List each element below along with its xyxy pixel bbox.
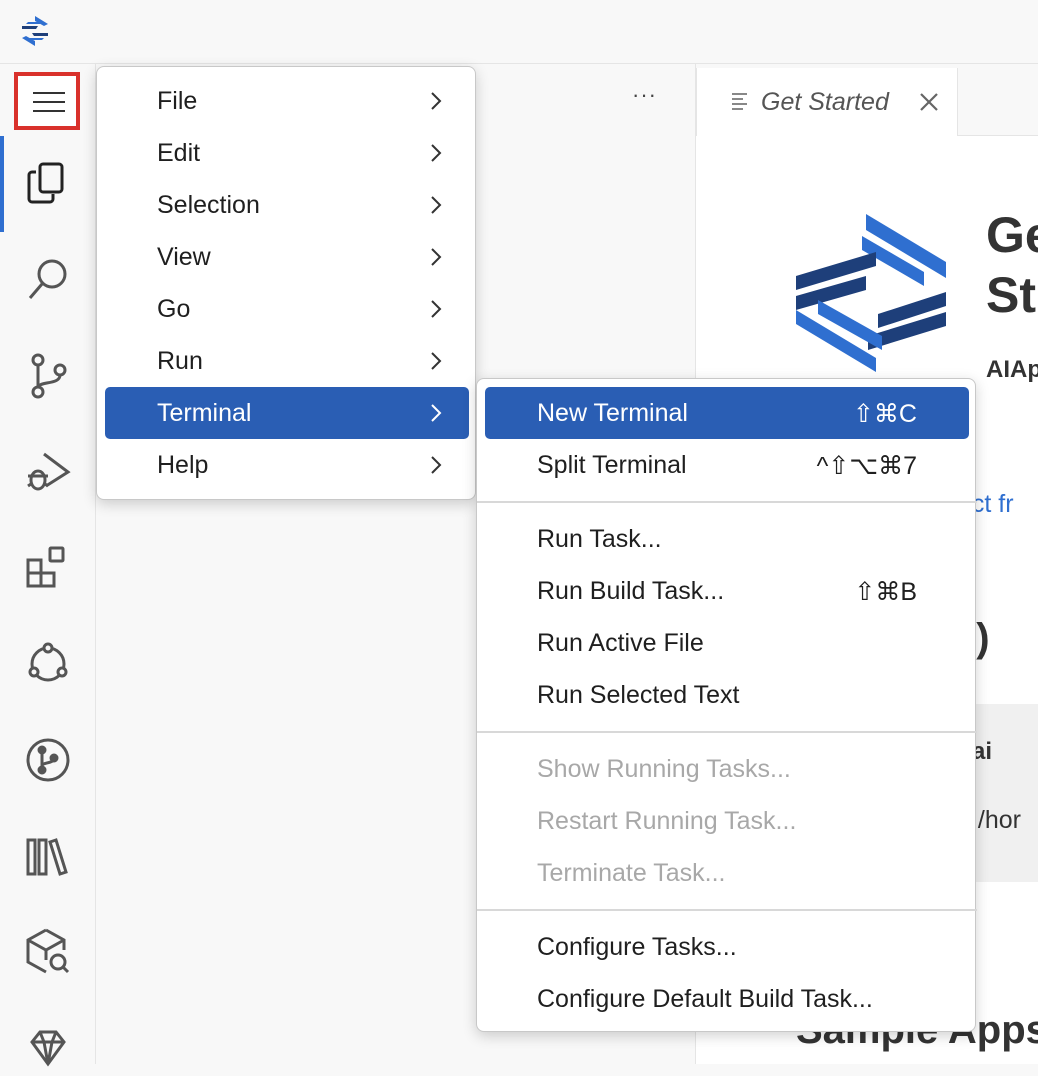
source-control-icon[interactable] [20, 348, 76, 404]
menu-item-label: Run Task... [537, 525, 662, 553]
chevron-right-icon [431, 352, 442, 370]
terminal-submenu: New Terminal ⇧⌘C Split Terminal ^⇧⌥⌘7 Ru… [476, 378, 977, 1032]
menu-item-label: Split Terminal [537, 451, 687, 479]
menu-item-label: Go [157, 295, 191, 323]
menu-icon [33, 92, 65, 94]
menu-item-go[interactable]: Go [105, 283, 469, 335]
menu-item-run-task[interactable]: Run Task... [485, 513, 969, 565]
page-title-line1: Ge [986, 207, 1038, 263]
menu-item-label: Edit [157, 139, 201, 167]
menu-item-terminate-task: Terminate Task... [485, 847, 969, 899]
page-subtitle: AIAp [986, 356, 1038, 383]
menu-item-run[interactable]: Run [105, 335, 469, 387]
gem-icon[interactable] [20, 1020, 76, 1076]
chevron-right-icon [431, 92, 442, 110]
menu-item-selection[interactable]: Selection [105, 179, 469, 231]
page-title-line2: St [986, 267, 1036, 323]
package-search-icon[interactable] [20, 924, 76, 980]
menu-item-terminal[interactable]: Terminal [105, 387, 469, 439]
activity-bar [0, 64, 96, 1067]
menu-item-view[interactable]: View [105, 231, 469, 283]
tab-label: Get Started [761, 88, 889, 116]
search-icon[interactable] [20, 252, 76, 308]
menu-icon-line [33, 110, 65, 112]
explorer-icon[interactable] [20, 156, 76, 212]
menu-item-configure-tasks[interactable]: Configure Tasks... [485, 921, 969, 973]
chevron-right-icon [431, 300, 442, 318]
menu-item-label: Run [157, 347, 203, 375]
chevron-right-icon [431, 404, 442, 422]
menu-separator [477, 909, 977, 911]
menu-item-label: New Terminal [537, 399, 688, 427]
menu-item-label: Terminal [157, 399, 252, 427]
tab-bar: Get Started [696, 64, 1038, 136]
menu-item-label: Terminate Task... [537, 859, 726, 887]
more-actions-button[interactable]: ··· [632, 82, 657, 108]
menu-item-restart-running-task: Restart Running Task... [485, 795, 969, 847]
menu-item-configure-default-build-task[interactable]: Configure Default Build Task... [485, 973, 969, 1025]
menu-item-run-active-file[interactable]: Run Active File [485, 617, 969, 669]
menu-item-label: Configure Tasks... [537, 933, 737, 961]
chevron-right-icon [431, 196, 442, 214]
menu-item-show-running-tasks: Show Running Tasks... [485, 743, 969, 795]
chevron-right-icon [431, 248, 442, 266]
menu-button[interactable] [14, 72, 80, 130]
menu-item-label: Run Build Task... [537, 577, 725, 605]
remote-icon[interactable] [20, 636, 76, 692]
menu-item-label: Help [157, 451, 209, 479]
menu-item-label: Selection [157, 191, 260, 219]
menu-separator [477, 501, 977, 503]
application-menu: File Edit Selection View Go Run Terminal… [96, 66, 476, 500]
menu-item-label: Run Active File [537, 629, 704, 657]
product-logo [796, 214, 946, 372]
app-logo-icon [22, 16, 48, 46]
menu-item-help[interactable]: Help [105, 439, 469, 491]
menu-item-label: Configure Default Build Task... [537, 985, 873, 1013]
close-icon[interactable] [919, 92, 939, 112]
menu-item-edit[interactable]: Edit [105, 127, 469, 179]
menu-item-label: Show Running Tasks... [537, 755, 791, 783]
menu-item-label: File [157, 87, 198, 115]
menu-item-label: Run Selected Text [537, 681, 740, 709]
menu-item-new-terminal[interactable]: New Terminal ⇧⌘C [485, 387, 969, 439]
shortcut-label: ⇧⌘C [852, 400, 917, 428]
run-debug-icon[interactable] [20, 444, 76, 500]
menu-item-split-terminal[interactable]: Split Terminal ^⇧⌥⌘7 [485, 439, 969, 491]
document-icon [732, 93, 747, 110]
library-icon[interactable] [20, 828, 76, 884]
menu-item-label: Restart Running Task... [537, 807, 797, 835]
menu-icon-line [33, 101, 65, 103]
menu-item-label: View [157, 243, 211, 271]
shortcut-label: ⇧⌘B [854, 578, 917, 606]
menu-item-run-selected-text[interactable]: Run Selected Text [485, 669, 969, 721]
menu-item-run-build-task[interactable]: Run Build Task... ⇧⌘B [485, 565, 969, 617]
title-bar [0, 0, 1038, 64]
extensions-icon[interactable] [20, 540, 76, 596]
chevron-right-icon [431, 456, 442, 474]
active-indicator [0, 136, 4, 232]
chevron-right-icon [431, 144, 442, 162]
menu-item-file[interactable]: File [105, 75, 469, 127]
git-graph-icon[interactable] [20, 732, 76, 788]
tab-get-started[interactable]: Get Started [696, 68, 958, 136]
menu-separator [477, 731, 977, 733]
shortcut-label: ^⇧⌥⌘7 [816, 452, 917, 480]
